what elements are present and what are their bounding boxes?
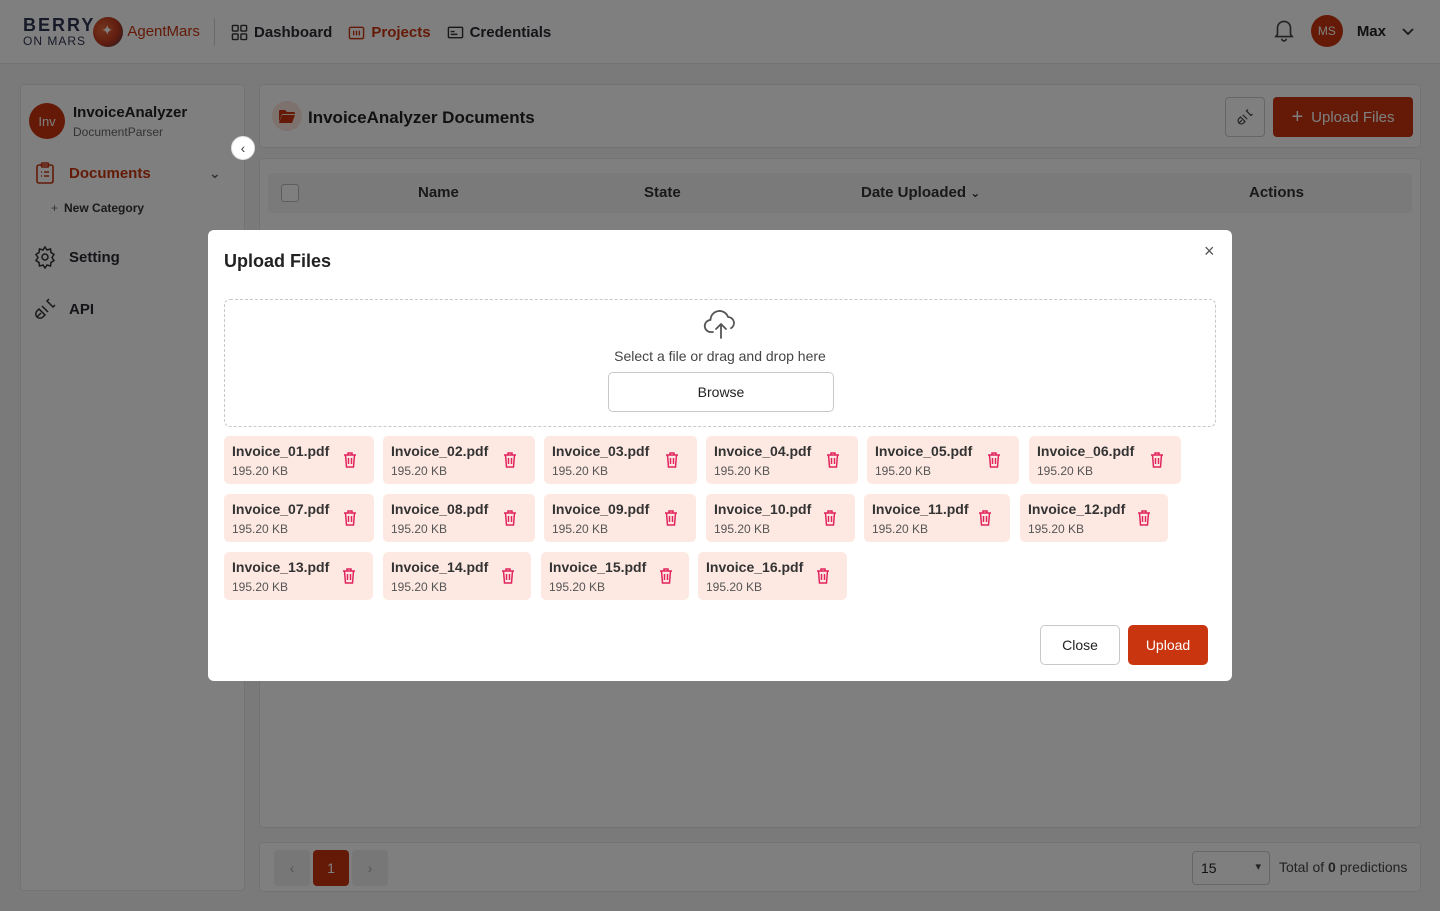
trash-icon[interactable] bbox=[500, 567, 516, 585]
file-size: 195.20 KB bbox=[549, 580, 606, 594]
trash-icon[interactable] bbox=[664, 451, 680, 469]
dropzone-text: Select a file or drag and drop here bbox=[614, 348, 826, 364]
file-name: Invoice_14.pdf bbox=[391, 559, 489, 575]
file-name: Invoice_10.pdf bbox=[714, 501, 812, 517]
trash-icon[interactable] bbox=[986, 451, 1002, 469]
file-chip: Invoice_07.pdf 195.20 KB bbox=[224, 494, 374, 542]
file-chip: Invoice_16.pdf 195.20 KB bbox=[698, 552, 847, 600]
file-name: Invoice_12.pdf bbox=[1028, 501, 1126, 517]
file-chip: Invoice_15.pdf 195.20 KB bbox=[541, 552, 689, 600]
file-name: Invoice_01.pdf bbox=[232, 443, 330, 459]
file-size: 195.20 KB bbox=[872, 522, 929, 536]
trash-icon[interactable] bbox=[342, 509, 358, 527]
file-dropzone[interactable]: Select a file or drag and drop here Brow… bbox=[224, 299, 1216, 427]
upload-button[interactable]: Upload bbox=[1128, 625, 1208, 665]
trash-icon[interactable] bbox=[977, 509, 993, 527]
file-name: Invoice_05.pdf bbox=[875, 443, 973, 459]
file-name: Invoice_08.pdf bbox=[391, 501, 489, 517]
close-button[interactable]: Close bbox=[1040, 625, 1120, 665]
file-chip: Invoice_04.pdf 195.20 KB bbox=[706, 436, 858, 484]
file-size: 195.20 KB bbox=[232, 464, 289, 478]
file-size: 195.20 KB bbox=[714, 522, 771, 536]
file-chip: Invoice_13.pdf 195.20 KB bbox=[224, 552, 373, 600]
file-chip: Invoice_05.pdf 195.20 KB bbox=[867, 436, 1019, 484]
trash-icon[interactable] bbox=[502, 509, 518, 527]
file-name: Invoice_13.pdf bbox=[232, 559, 330, 575]
trash-icon[interactable] bbox=[341, 567, 357, 585]
trash-icon[interactable] bbox=[658, 567, 674, 585]
file-chip: Invoice_10.pdf 195.20 KB bbox=[706, 494, 855, 542]
file-size: 195.20 KB bbox=[875, 464, 932, 478]
browse-button[interactable]: Browse bbox=[608, 372, 834, 412]
modal-title: Upload Files bbox=[224, 251, 332, 271]
file-chip: Invoice_08.pdf 195.20 KB bbox=[383, 494, 535, 542]
file-chip: Invoice_02.pdf 195.20 KB bbox=[383, 436, 535, 484]
trash-icon[interactable] bbox=[1136, 509, 1152, 527]
file-name: Invoice_02.pdf bbox=[391, 443, 489, 459]
file-chip: Invoice_11.pdf 195.20 KB bbox=[864, 494, 1010, 542]
file-chip: Invoice_06.pdf 195.20 KB bbox=[1029, 436, 1181, 484]
file-name: Invoice_03.pdf bbox=[552, 443, 650, 459]
file-chip: Invoice_14.pdf 195.20 KB bbox=[383, 552, 531, 600]
file-size: 195.20 KB bbox=[706, 580, 763, 594]
file-size: 195.20 KB bbox=[552, 522, 609, 536]
upload-files-modal: Upload Files × Select a file or drag and… bbox=[208, 230, 1232, 681]
file-name: Invoice_16.pdf bbox=[706, 559, 804, 575]
trash-icon[interactable] bbox=[822, 509, 838, 527]
file-size: 195.20 KB bbox=[391, 464, 448, 478]
file-chip: Invoice_12.pdf 195.20 KB bbox=[1020, 494, 1168, 542]
file-chip: Invoice_01.pdf 195.20 KB bbox=[224, 436, 374, 484]
close-icon[interactable]: × bbox=[1204, 241, 1215, 262]
file-chip: Invoice_03.pdf 195.20 KB bbox=[544, 436, 697, 484]
trash-icon[interactable] bbox=[663, 509, 679, 527]
trash-icon[interactable] bbox=[825, 451, 841, 469]
trash-icon[interactable] bbox=[1149, 451, 1165, 469]
trash-icon[interactable] bbox=[815, 567, 831, 585]
trash-icon[interactable] bbox=[342, 451, 358, 469]
file-size: 195.20 KB bbox=[1037, 464, 1094, 478]
file-size: 195.20 KB bbox=[232, 580, 289, 594]
file-size: 195.20 KB bbox=[391, 522, 448, 536]
file-size: 195.20 KB bbox=[391, 580, 448, 594]
cloud-upload-icon bbox=[703, 310, 735, 339]
sidebar-collapse-button[interactable]: ‹ bbox=[231, 136, 255, 160]
trash-icon[interactable] bbox=[502, 451, 518, 469]
file-size: 195.20 KB bbox=[232, 522, 289, 536]
file-size: 195.20 KB bbox=[1028, 522, 1085, 536]
file-chip: Invoice_09.pdf 195.20 KB bbox=[544, 494, 696, 542]
file-name: Invoice_07.pdf bbox=[232, 501, 330, 517]
file-name: Invoice_04.pdf bbox=[714, 443, 812, 459]
file-name: Invoice_06.pdf bbox=[1037, 443, 1135, 459]
file-name: Invoice_09.pdf bbox=[552, 501, 650, 517]
file-name: Invoice_15.pdf bbox=[549, 559, 647, 575]
file-name: Invoice_11.pdf bbox=[872, 501, 969, 517]
file-size: 195.20 KB bbox=[552, 464, 609, 478]
file-size: 195.20 KB bbox=[714, 464, 771, 478]
